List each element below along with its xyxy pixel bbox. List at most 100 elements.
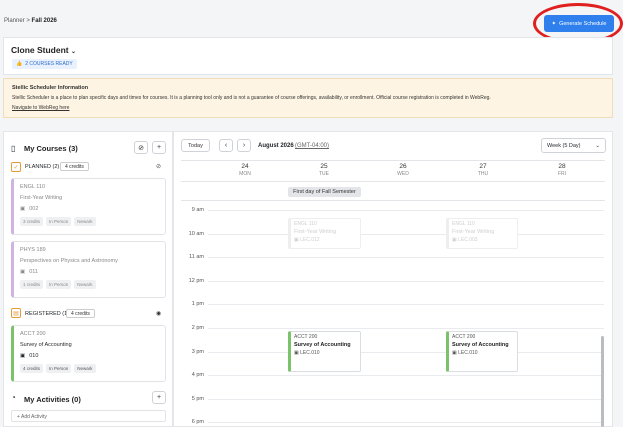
- event-code: ACCT 200: [452, 334, 476, 340]
- hour-line: [208, 304, 604, 305]
- scheduler-info-banner: Stellic Scheduler Information Stellic Sc…: [3, 78, 613, 118]
- chevron-down-icon: ⌄: [70, 49, 77, 55]
- generate-schedule-button[interactable]: ✦ Generate Schedule: [544, 15, 614, 32]
- registered-event[interactable]: ACCT 200 Survey of Accounting ▣ LEC.010: [446, 331, 518, 372]
- time-label: 4 pm: [191, 372, 204, 378]
- planned-label: PLANNED (2): [25, 164, 60, 170]
- add-activity-button[interactable]: + Add Activity: [11, 410, 166, 422]
- course-tag: In Person: [46, 280, 72, 289]
- day-number: 26: [399, 163, 407, 170]
- time-label: 12 pm: [188, 278, 204, 284]
- add-course-button[interactable]: +: [152, 141, 166, 154]
- day-header: 27 THU: [468, 163, 498, 177]
- calendar-icon: ▣: [20, 353, 26, 359]
- day-number: 25: [320, 163, 328, 170]
- course-tag: 1 credits: [20, 280, 44, 289]
- course-tag: Newark: [74, 280, 96, 289]
- time-label: 3 pm: [191, 349, 204, 355]
- info-title: Stellic Scheduler Information: [12, 85, 89, 91]
- hour-line: [208, 281, 604, 282]
- add-activity-plus-button[interactable]: +: [152, 391, 166, 404]
- event-section: LEC.003: [458, 237, 478, 243]
- course-title: Perspectives on Physics and Astronomy: [20, 258, 118, 264]
- courses-icon: ▯: [11, 144, 16, 153]
- thumbs-up-icon: 👍: [16, 61, 23, 67]
- course-tag: 3 credits: [20, 217, 44, 226]
- breadcrumb-root[interactable]: Planner: [4, 18, 25, 24]
- chevron-right-icon[interactable]: ›: [237, 139, 251, 152]
- day-header: 25 TUE: [309, 163, 339, 177]
- webreg-link[interactable]: Navigate to WebReg here: [12, 105, 69, 111]
- course-section: 010: [29, 353, 39, 359]
- calendar-scrollbar[interactable]: [601, 336, 604, 427]
- planned-event[interactable]: ENGL 110 First-Year Writing ▣ LEC.012: [288, 218, 361, 249]
- course-title: Survey of Accounting: [20, 342, 72, 348]
- course-card-engl110[interactable]: ENGL 110 First-Year Writing ▣ 002 3 credi…: [11, 178, 166, 235]
- courses-ready-label: 2 COURSES READY: [25, 61, 73, 67]
- student-panel: [3, 37, 613, 75]
- chevron-left-icon[interactable]: ‹: [219, 139, 233, 152]
- course-tag: 4 credits: [20, 364, 44, 373]
- hour-line: [208, 399, 604, 400]
- hour-line: [208, 328, 604, 329]
- today-button[interactable]: Today: [181, 139, 210, 152]
- course-tag: Newark: [74, 217, 96, 226]
- planned-event[interactable]: ENGL 110 First-Year Writing ▣ LEC.003: [446, 218, 518, 249]
- generate-schedule-label: Generate Schedule: [559, 20, 607, 27]
- top-bar: [0, 10, 623, 35]
- time-label: 10 am: [188, 231, 204, 237]
- calendar-icon: ▣: [20, 206, 26, 212]
- breadcrumb-separator: >: [26, 18, 30, 24]
- day-of-week: WED: [397, 171, 409, 177]
- chevron-down-icon: ⌄: [595, 143, 600, 149]
- event-title: First-Year Writing: [452, 229, 495, 235]
- registered-credits: 4 credits: [66, 309, 95, 318]
- event-title: First-Year Writing: [294, 229, 337, 235]
- eye-icon[interactable]: ◉: [156, 310, 161, 317]
- registered-icon: ▤: [11, 308, 21, 318]
- event-title: Survey of Accounting: [452, 342, 509, 348]
- calendar-header-divider: [181, 160, 605, 161]
- course-card-acct200[interactable]: ACCT 200 Survey of Accounting ▣ 010 4 cre…: [11, 325, 166, 382]
- day-number: 27: [479, 163, 487, 170]
- student-name: Clone Student: [11, 45, 69, 55]
- calendar-grid-top: [181, 200, 605, 201]
- view-select[interactable]: Week (5 Day) ⌄: [541, 138, 606, 153]
- event-code: ACCT 200: [294, 334, 318, 340]
- day-of-week: MON: [239, 171, 251, 177]
- hour-line: [208, 422, 604, 423]
- day-header: 28 FRI: [547, 163, 577, 177]
- course-section: 011: [29, 269, 38, 275]
- course-tag: In Person: [46, 364, 72, 373]
- day-of-week: FRI: [557, 171, 567, 177]
- allday-event[interactable]: First day of Fall Semester: [288, 187, 361, 197]
- hide-icon[interactable]: ⊘: [134, 141, 148, 154]
- time-label: 11 am: [189, 254, 204, 260]
- course-section: 002: [29, 206, 39, 212]
- my-courses-title: My Courses (3): [24, 144, 78, 153]
- calendar-allday-divider: [181, 181, 605, 182]
- course-title: First-Year Writing: [20, 195, 63, 201]
- registered-label: REGISTERED (1): [25, 311, 70, 317]
- course-code: ENGL 110: [20, 184, 46, 190]
- timezone-link[interactable]: (GMT-04:00): [295, 143, 329, 149]
- student-selector[interactable]: Clone Student ⌄: [11, 45, 76, 55]
- course-tag: In Person: [46, 217, 72, 226]
- calendar-month: August 2026: [258, 143, 294, 149]
- breadcrumb: Planner > Fall 2026: [4, 18, 57, 24]
- day-header: 26 WED: [388, 163, 418, 177]
- day-of-week: THU: [477, 171, 489, 177]
- my-activities-title: My Activities (0): [24, 395, 81, 404]
- hour-line: [208, 210, 604, 211]
- day-header: 24 MON: [230, 163, 260, 177]
- courses-ready-badge[interactable]: 👍 2 COURSES READY: [12, 59, 77, 69]
- activities-icon: ◔: [11, 393, 16, 402]
- course-code: PHYS 189: [20, 247, 46, 253]
- planned-credits: 4 credits: [60, 162, 89, 171]
- eye-slash-icon[interactable]: ⊘: [156, 163, 161, 170]
- event-title: Survey of Accounting: [294, 342, 351, 348]
- course-card-phys189[interactable]: PHYS 189 Perspectives on Physics and Ast…: [11, 241, 166, 298]
- day-number: 28: [558, 163, 566, 170]
- sparkle-icon: ✦: [551, 20, 557, 27]
- registered-event[interactable]: ACCT 200 Survey of Accounting ▣ LEC.010: [288, 331, 361, 372]
